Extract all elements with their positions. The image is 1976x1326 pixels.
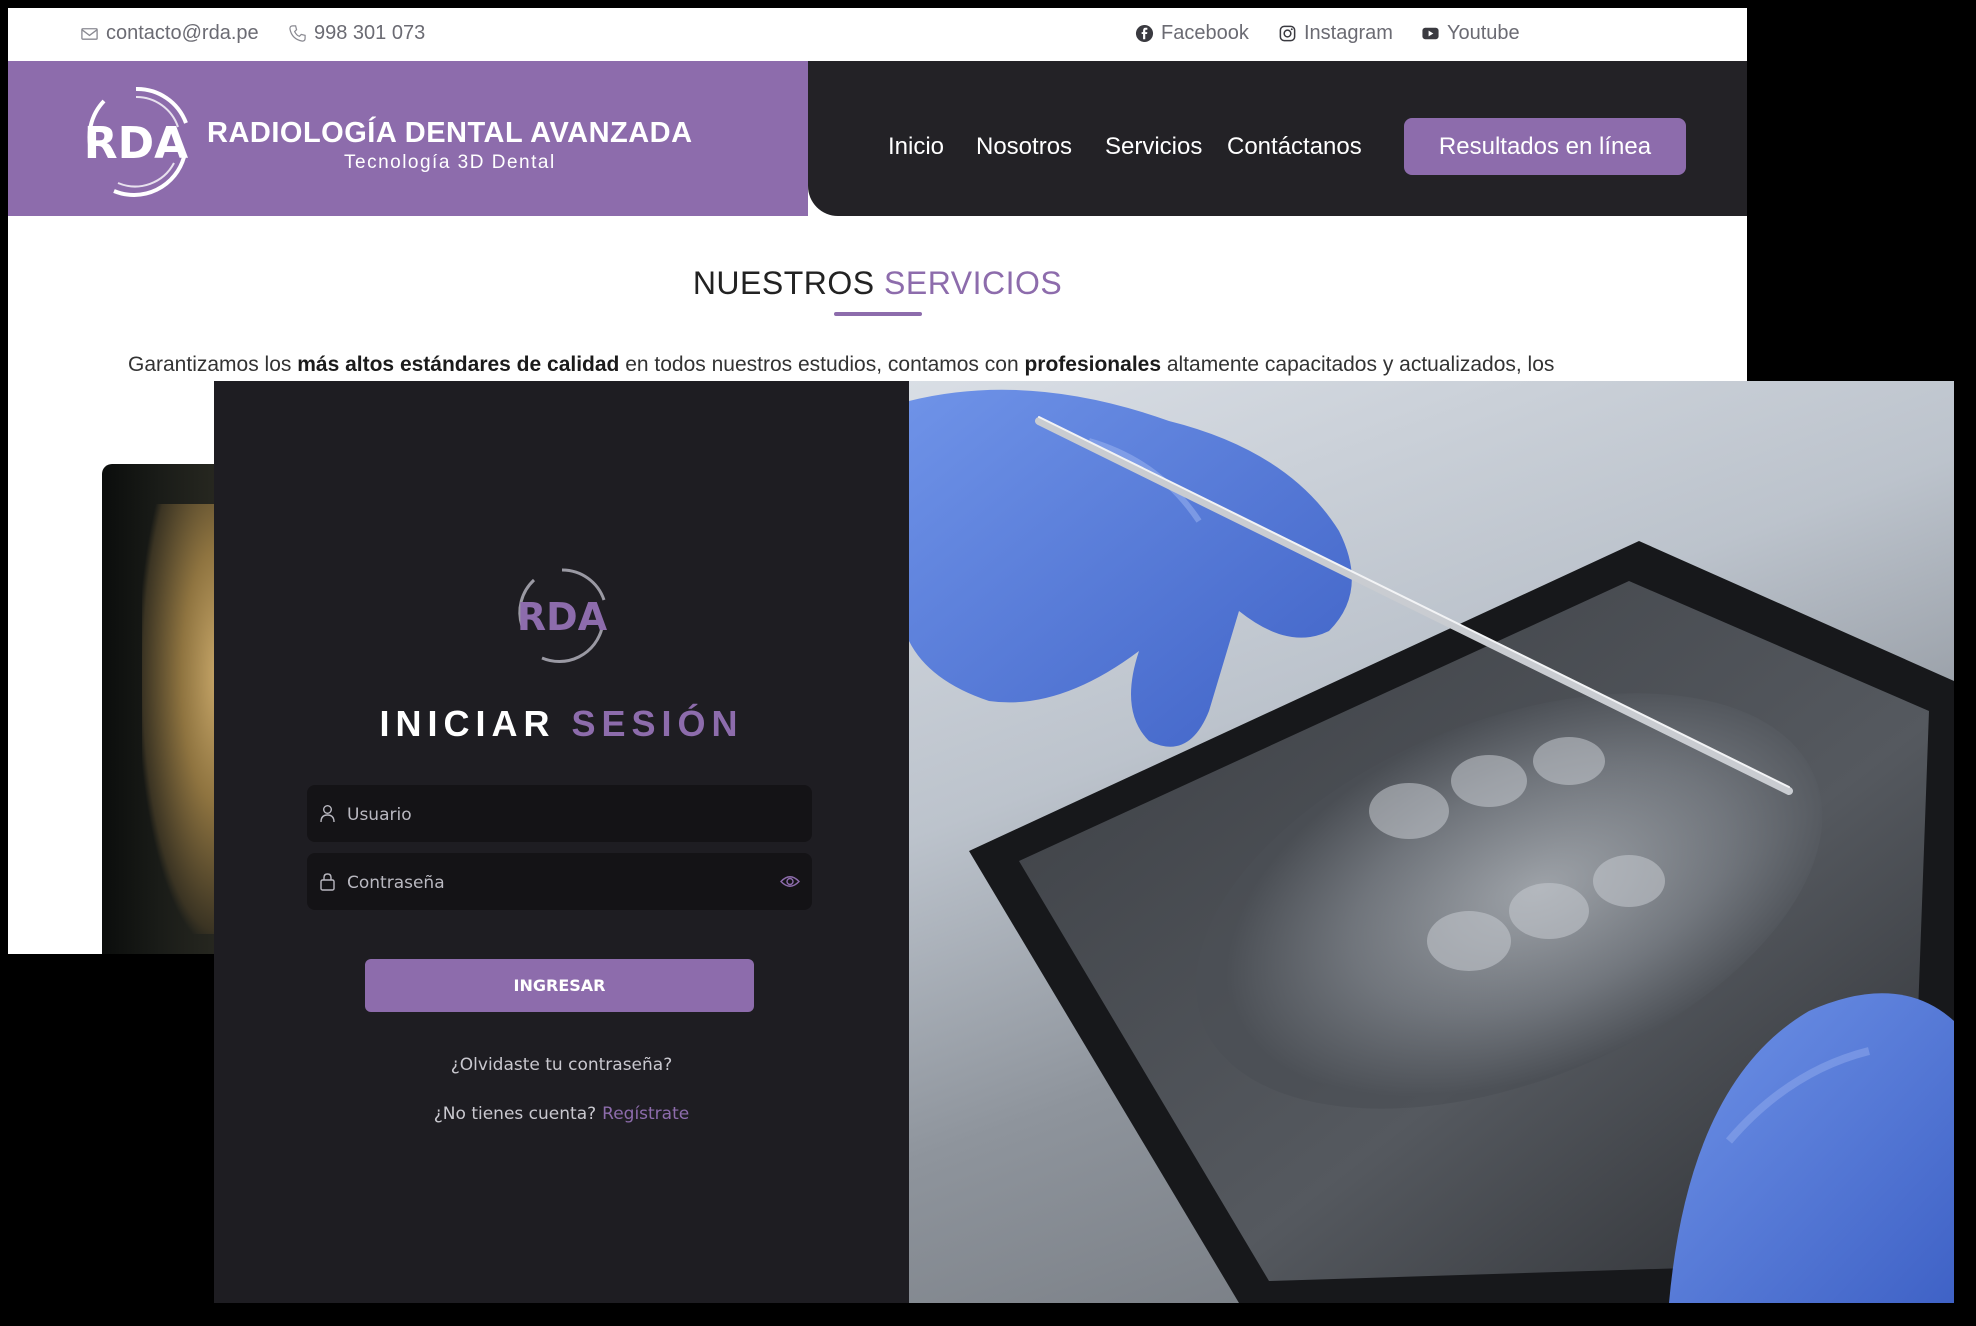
- intro-text: Garantizamos los: [128, 353, 298, 376]
- mail-icon: [81, 28, 98, 40]
- eye-icon[interactable]: [780, 872, 800, 891]
- intro-text: altamente capacitados y actualizados, lo…: [1161, 353, 1555, 376]
- brand-tagline: Tecnología 3D Dental: [344, 152, 556, 173]
- facebook-icon: [1135, 24, 1154, 43]
- brand-header: RDA RADIOLOGÍA DENTAL AVANZADA Tecnologí…: [8, 61, 808, 216]
- topbar-phone: 998 301 073: [314, 22, 426, 44]
- photo-illustration: [909, 389, 1954, 1303]
- login-title: INICIAR SESIÓN: [214, 703, 909, 745]
- topbar: contacto@rda.pe 998 301 073 Facebook Ins…: [8, 8, 1747, 61]
- login-title-main: INICIAR: [379, 703, 572, 744]
- youtube-icon: [1422, 27, 1439, 40]
- nav-servicios[interactable]: Servicios: [1105, 133, 1202, 161]
- nav-nosotros[interactable]: Nosotros: [976, 133, 1072, 161]
- youtube-label: Youtube: [1447, 22, 1520, 44]
- services-intro: Garantizamos los más altos estándares de…: [128, 353, 1648, 377]
- services-heading: NUESTROS SERVICIOS: [8, 265, 1747, 302]
- dentist-tablet-photo: [909, 381, 1954, 1303]
- forgot-password-link[interactable]: ¿Olvidaste tu contraseña?: [214, 1055, 909, 1075]
- topbar-email: contacto@rda.pe: [106, 22, 259, 44]
- topbar-phone-link[interactable]: 998 301 073: [288, 22, 425, 45]
- username-input[interactable]: [345, 785, 789, 844]
- instagram-label: Instagram: [1304, 22, 1393, 44]
- intro-bold-professionals: profesionales: [1024, 353, 1162, 376]
- heading-underline: [834, 312, 922, 316]
- nav-contactanos[interactable]: Contáctanos: [1227, 133, 1362, 161]
- brand-name: RADIOLOGÍA DENTAL AVANZADA: [207, 117, 693, 149]
- signup-prompt: ¿No tienes cuenta? Regístrate: [214, 1104, 909, 1124]
- service-card-3d-image[interactable]: [102, 464, 232, 954]
- intro-text: en todos nuestros estudios, contamos con: [619, 353, 1025, 376]
- rda-logo: RDA: [517, 568, 608, 664]
- online-results-button[interactable]: Resultados en línea: [1404, 118, 1686, 175]
- youtube-link[interactable]: Youtube: [1421, 22, 1520, 45]
- intro-bold-quality: más altos estándares de calidad: [297, 353, 620, 376]
- main-navbar: Inicio Nosotros Servicios Contáctanos Re…: [808, 61, 1747, 216]
- login-submit-button[interactable]: INGRESAR: [365, 959, 754, 1012]
- services-heading-accent: SERVICIOS: [884, 265, 1063, 301]
- topbar-email-link[interactable]: contacto@rda.pe: [80, 22, 259, 45]
- login-title-accent: SESIÓN: [571, 703, 744, 744]
- facebook-label: Facebook: [1161, 22, 1249, 44]
- services-heading-main: NUESTROS: [692, 265, 884, 301]
- rda-logo[interactable]: RDA: [74, 83, 198, 199]
- instagram-icon: [1279, 25, 1296, 42]
- login-window: RDA INICIAR SESIÓN INGRESAR ¿Olvidaste t…: [214, 381, 1954, 1303]
- phone-icon: [289, 25, 306, 42]
- facebook-link[interactable]: Facebook: [1135, 22, 1249, 45]
- register-link[interactable]: Regístrate: [602, 1104, 689, 1124]
- no-account-text: ¿No tienes cuenta?: [433, 1104, 597, 1124]
- instagram-link[interactable]: Instagram: [1278, 22, 1393, 45]
- lock-icon: [320, 873, 335, 891]
- logo-text: RDA: [517, 595, 608, 639]
- password-field: [307, 853, 812, 912]
- logo-text: RDA: [84, 118, 188, 169]
- nav-inicio[interactable]: Inicio: [888, 133, 944, 161]
- password-input[interactable]: [345, 853, 789, 912]
- user-icon: [320, 805, 335, 823]
- username-field: [307, 785, 812, 844]
- login-panel: RDA INICIAR SESIÓN INGRESAR ¿Olvidaste t…: [214, 381, 909, 1303]
